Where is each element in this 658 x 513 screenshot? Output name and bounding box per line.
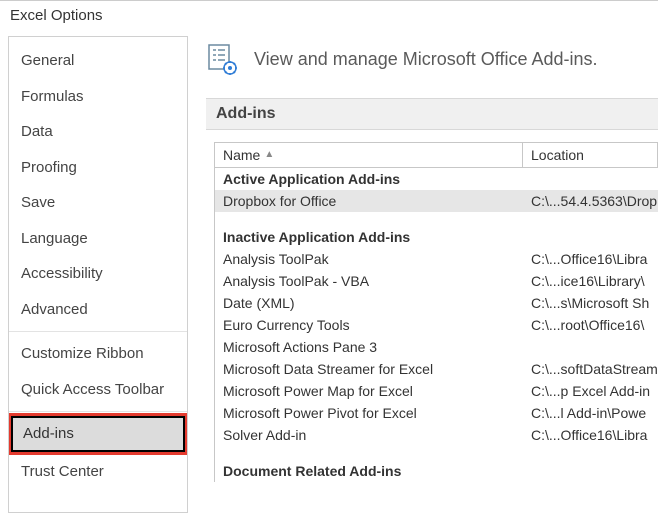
sidebar-item-label: Accessibility <box>21 265 103 282</box>
cell-location: C:\...p Excel Add-in <box>523 382 658 400</box>
sort-ascending-icon: ▲ <box>264 150 274 160</box>
sidebar-item-proofing[interactable]: Proofing <box>9 150 187 186</box>
sidebar-item-label: Add-ins <box>23 425 74 442</box>
sidebar-separator <box>9 331 187 332</box>
cell-name: Microsoft Power Pivot for Excel <box>215 404 523 422</box>
excel-options-window: Excel Options General Formulas Data Proofin… <box>0 0 658 513</box>
cell-name: Analysis ToolPak - VBA <box>215 272 523 290</box>
sidebar-item-add-ins[interactable]: Add-ins <box>11 416 185 452</box>
cell-location: C:\...s\Microsoft Sh <box>523 294 658 312</box>
cell-name: Analysis ToolPak <box>215 250 523 268</box>
cell-name: Euro Currency Tools <box>215 316 523 334</box>
sidebar-item-label: Customize Ribbon <box>21 345 144 362</box>
sidebar-item-quick-access-toolbar[interactable]: Quick Access Toolbar <box>9 372 187 408</box>
content-header: View and manage Microsoft Office Add-ins… <box>206 42 658 76</box>
sidebar-item-data[interactable]: Data <box>9 114 187 150</box>
cell-name: Solver Add-in <box>215 426 523 444</box>
table-row[interactable]: Microsoft Actions Pane 3 <box>215 336 658 358</box>
table-row[interactable]: Analysis ToolPak - VBAC:\...ice16\Librar… <box>215 270 658 292</box>
table-group-gap <box>215 212 658 226</box>
window-title: Excel Options <box>0 1 658 32</box>
column-header-name-label: Name <box>223 147 260 163</box>
cell-location: C:\...root\Office16\ <box>523 316 658 334</box>
cell-location: C:\...54.4.5363\Drop <box>523 192 658 210</box>
table-group-gap <box>215 446 658 460</box>
table-body: Active Application Add-insDropbox for Of… <box>215 168 658 482</box>
cell-location: C:\...Office16\Libra <box>523 250 658 268</box>
sidebar-item-label: General <box>21 52 74 69</box>
table-row[interactable]: Microsoft Power Map for ExcelC:\...p Exc… <box>215 380 658 402</box>
table-row[interactable]: Microsoft Power Pivot for ExcelC:\...l A… <box>215 402 658 424</box>
cell-name: Microsoft Data Streamer for Excel <box>215 360 523 378</box>
sidebar-item-label: Trust Center <box>21 463 104 480</box>
cell-name: Date (XML) <box>215 294 523 312</box>
sidebar-item-label: Advanced <box>21 301 88 318</box>
sidebar-item-language[interactable]: Language <box>9 221 187 257</box>
sidebar-item-save[interactable]: Save <box>9 185 187 221</box>
sidebar-item-customize-ribbon[interactable]: Customize Ribbon <box>9 336 187 372</box>
sidebar-item-label: Formulas <box>21 88 84 105</box>
sidebar-item-trust-center[interactable]: Trust Center <box>9 454 187 490</box>
column-header-name[interactable]: Name ▲ <box>215 143 523 167</box>
cell-location: C:\...ice16\Library\ <box>523 272 658 290</box>
sidebar-separator <box>9 411 187 412</box>
table-group-label: Active Application Add-ins <box>215 168 658 190</box>
cell-name: Dropbox for Office <box>215 192 523 210</box>
table-group-label: Inactive Application Add-ins <box>215 226 658 248</box>
sidebar-item-advanced[interactable]: Advanced <box>9 292 187 328</box>
section-heading-addins: Add-ins <box>206 98 658 130</box>
cell-name: Microsoft Power Map for Excel <box>215 382 523 400</box>
sidebar-item-label: Quick Access Toolbar <box>21 381 164 398</box>
sidebar-item-label: Language <box>21 230 88 247</box>
table-row[interactable]: Euro Currency ToolsC:\...root\Office16\ <box>215 314 658 336</box>
table-group-label: Document Related Add-ins <box>215 460 658 482</box>
table-header-row: Name ▲ Location <box>215 143 658 168</box>
column-header-location[interactable]: Location <box>523 143 658 167</box>
content-header-text: View and manage Microsoft Office Add-ins… <box>254 49 598 70</box>
window-body: General Formulas Data Proofing Save Language A… <box>0 32 658 513</box>
table-row[interactable]: Microsoft Data Streamer for ExcelC:\...s… <box>215 358 658 380</box>
cell-location <box>523 338 658 356</box>
table-row[interactable]: Date (XML)C:\...s\Microsoft Sh <box>215 292 658 314</box>
sidebar-item-label: Proofing <box>21 159 77 176</box>
sidebar: General Formulas Data Proofing Save Language A… <box>8 36 188 513</box>
sidebar-item-label: Save <box>21 194 55 211</box>
sidebar-item-general[interactable]: General <box>9 43 187 79</box>
sidebar-item-formulas[interactable]: Formulas <box>9 79 187 115</box>
table-row[interactable]: Dropbox for OfficeC:\...54.4.5363\Drop <box>215 190 658 212</box>
table-row[interactable]: Analysis ToolPakC:\...Office16\Libra <box>215 248 658 270</box>
sidebar-item-label: Data <box>21 123 53 140</box>
cell-location: C:\...l Add-in\Powe <box>523 404 658 422</box>
sidebar-item-accessibility[interactable]: Accessibility <box>9 256 187 292</box>
addins-page-icon <box>206 42 240 76</box>
addins-table: Name ▲ Location Active Application Add-i… <box>214 142 658 482</box>
cell-location: C:\...softDataStream <box>523 360 658 378</box>
cell-name: Microsoft Actions Pane 3 <box>215 338 523 356</box>
content-pane: View and manage Microsoft Office Add-ins… <box>188 32 658 513</box>
table-row[interactable]: Solver Add-inC:\...Office16\Libra <box>215 424 658 446</box>
column-header-location-label: Location <box>531 147 584 163</box>
cell-location: C:\...Office16\Libra <box>523 426 658 444</box>
